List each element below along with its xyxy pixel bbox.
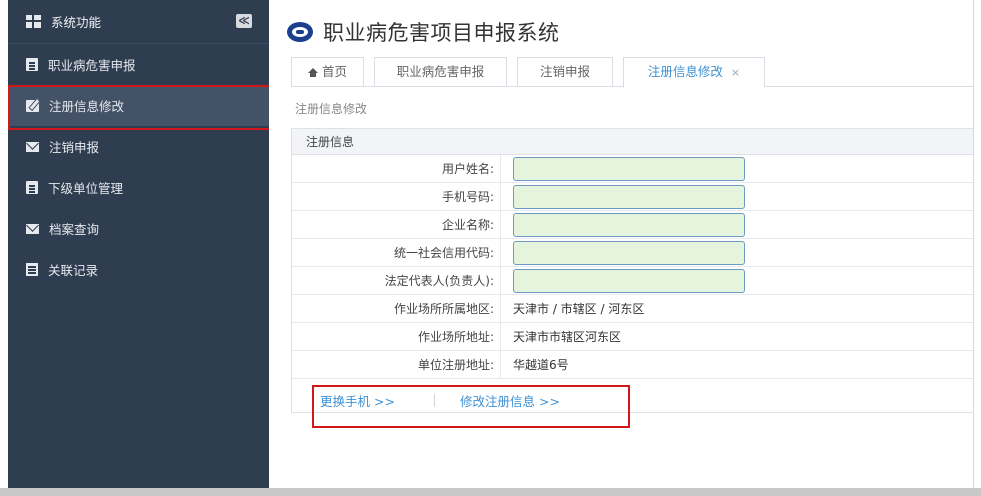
tab-cancellation-report[interactable]: 注销申报 [517, 57, 613, 87]
form-row-user-name: 用户姓名: [292, 155, 973, 183]
sidebar-header: 系统功能 ≪ [8, 0, 269, 44]
sidebar-item-label: 职业病危害申报 [48, 58, 136, 73]
field-label: 用户姓名: [292, 155, 501, 183]
field-label: 手机号码: [292, 183, 501, 211]
collapse-sidebar-button[interactable]: ≪ [236, 14, 252, 28]
list-icon [26, 263, 38, 276]
credit-code-input[interactable] [513, 241, 745, 265]
document-icon [26, 181, 38, 194]
sidebar-item-registration-edit[interactable]: 注册信息修改 [8, 85, 271, 130]
form-row-workplace-region: 作业场所所属地区: 天津市 / 市辖区 / 河东区 [292, 295, 973, 323]
envelope-icon [26, 223, 39, 234]
tab-label: 注销申报 [539, 64, 590, 79]
legal-representative-input[interactable] [513, 269, 745, 293]
highlight-box [312, 385, 630, 428]
sidebar-item-archive-query[interactable]: 档案查询 [8, 208, 269, 249]
tab-bar: 首页 职业病危害申报 注销申报 注册信息修改 × [291, 57, 973, 88]
field-label: 作业场所地址: [292, 323, 501, 351]
app-title: 职业病危害项目申报系统 [323, 21, 560, 45]
envelope-icon [26, 141, 39, 152]
sidebar-item-linked-records[interactable]: 关联记录 [8, 249, 269, 290]
document-icon [26, 58, 38, 71]
app-header: 职业病危害项目申报系统 [287, 14, 560, 50]
registered-address-value: 华越道6号 [513, 358, 569, 372]
sidebar-header-label: 系统功能 [51, 15, 102, 30]
window-bottom-edge [0, 488, 981, 496]
sidebar-item-label: 关联记录 [48, 263, 99, 278]
form-row-legal-representative: 法定代表人(负责人): [292, 267, 973, 295]
sidebar-item-label: 注册信息修改 [49, 99, 125, 114]
sidebar-item-label: 下级单位管理 [48, 181, 124, 196]
form-row-credit-code: 统一社会信用代码: [292, 239, 973, 267]
window-left-edge [0, 0, 8, 488]
sidebar-item-label: 档案查询 [49, 222, 100, 237]
workplace-region-value: 天津市 / 市辖区 / 河东区 [513, 302, 645, 316]
company-name-input[interactable] [513, 213, 745, 237]
grid-icon [26, 15, 41, 28]
tab-registration-edit[interactable]: 注册信息修改 × [623, 57, 765, 88]
field-label: 统一社会信用代码: [292, 239, 501, 267]
form-row-company-name: 企业名称: [292, 211, 973, 239]
home-icon [307, 68, 318, 77]
sidebar-item-cancellation-report[interactable]: 注销申报 [8, 126, 269, 167]
tab-occupational-hazard-report[interactable]: 职业病危害申报 [374, 57, 507, 87]
field-label: 企业名称: [292, 211, 501, 239]
panel-title: 注册信息 [292, 129, 973, 155]
edit-icon [26, 99, 39, 112]
tab-label: 职业病危害申报 [396, 64, 485, 79]
tab-label: 注册信息修改 [647, 64, 723, 79]
sidebar-item-label: 注销申报 [49, 140, 100, 155]
user-name-input[interactable] [513, 157, 745, 181]
workplace-address-value: 天津市市辖区河东区 [513, 330, 622, 344]
sidebar-item-occupational-hazard-report[interactable]: 职业病危害申报 [8, 44, 269, 85]
tab-home[interactable]: 首页 [291, 57, 364, 87]
close-tab-icon[interactable]: × [731, 66, 740, 79]
app-window: 系统功能 ≪ 职业病危害申报 注册信息修改 注销申报 下级单位管理 档案查询 关… [8, 0, 973, 488]
window-right-edge [973, 0, 981, 488]
cdc-logo-icon [287, 22, 313, 42]
field-label: 单位注册地址: [292, 351, 501, 379]
registration-info-panel: 注册信息 用户姓名: 手机号码: 企业名称: 统一社会信用代码: 法定代表人(负… [291, 128, 973, 413]
phone-input[interactable] [513, 185, 745, 209]
sidebar: 系统功能 ≪ 职业病危害申报 注册信息修改 注销申报 下级单位管理 档案查询 关… [8, 0, 271, 488]
form-row-workplace-address: 作业场所地址: 天津市市辖区河东区 [292, 323, 973, 351]
main-content: 职业病危害项目申报系统 首页 职业病危害申报 注销申报 注册信息修改 × 注册信息… [269, 0, 973, 488]
tab-label: 首页 [321, 64, 347, 79]
form-row-registered-address: 单位注册地址: 华越道6号 [292, 351, 973, 379]
form-row-phone: 手机号码: [292, 183, 973, 211]
field-label: 作业场所所属地区: [292, 295, 501, 323]
sidebar-item-subordinate-units[interactable]: 下级单位管理 [8, 167, 269, 208]
breadcrumb: 注册信息修改 [295, 102, 368, 116]
field-label: 法定代表人(负责人): [292, 267, 501, 295]
